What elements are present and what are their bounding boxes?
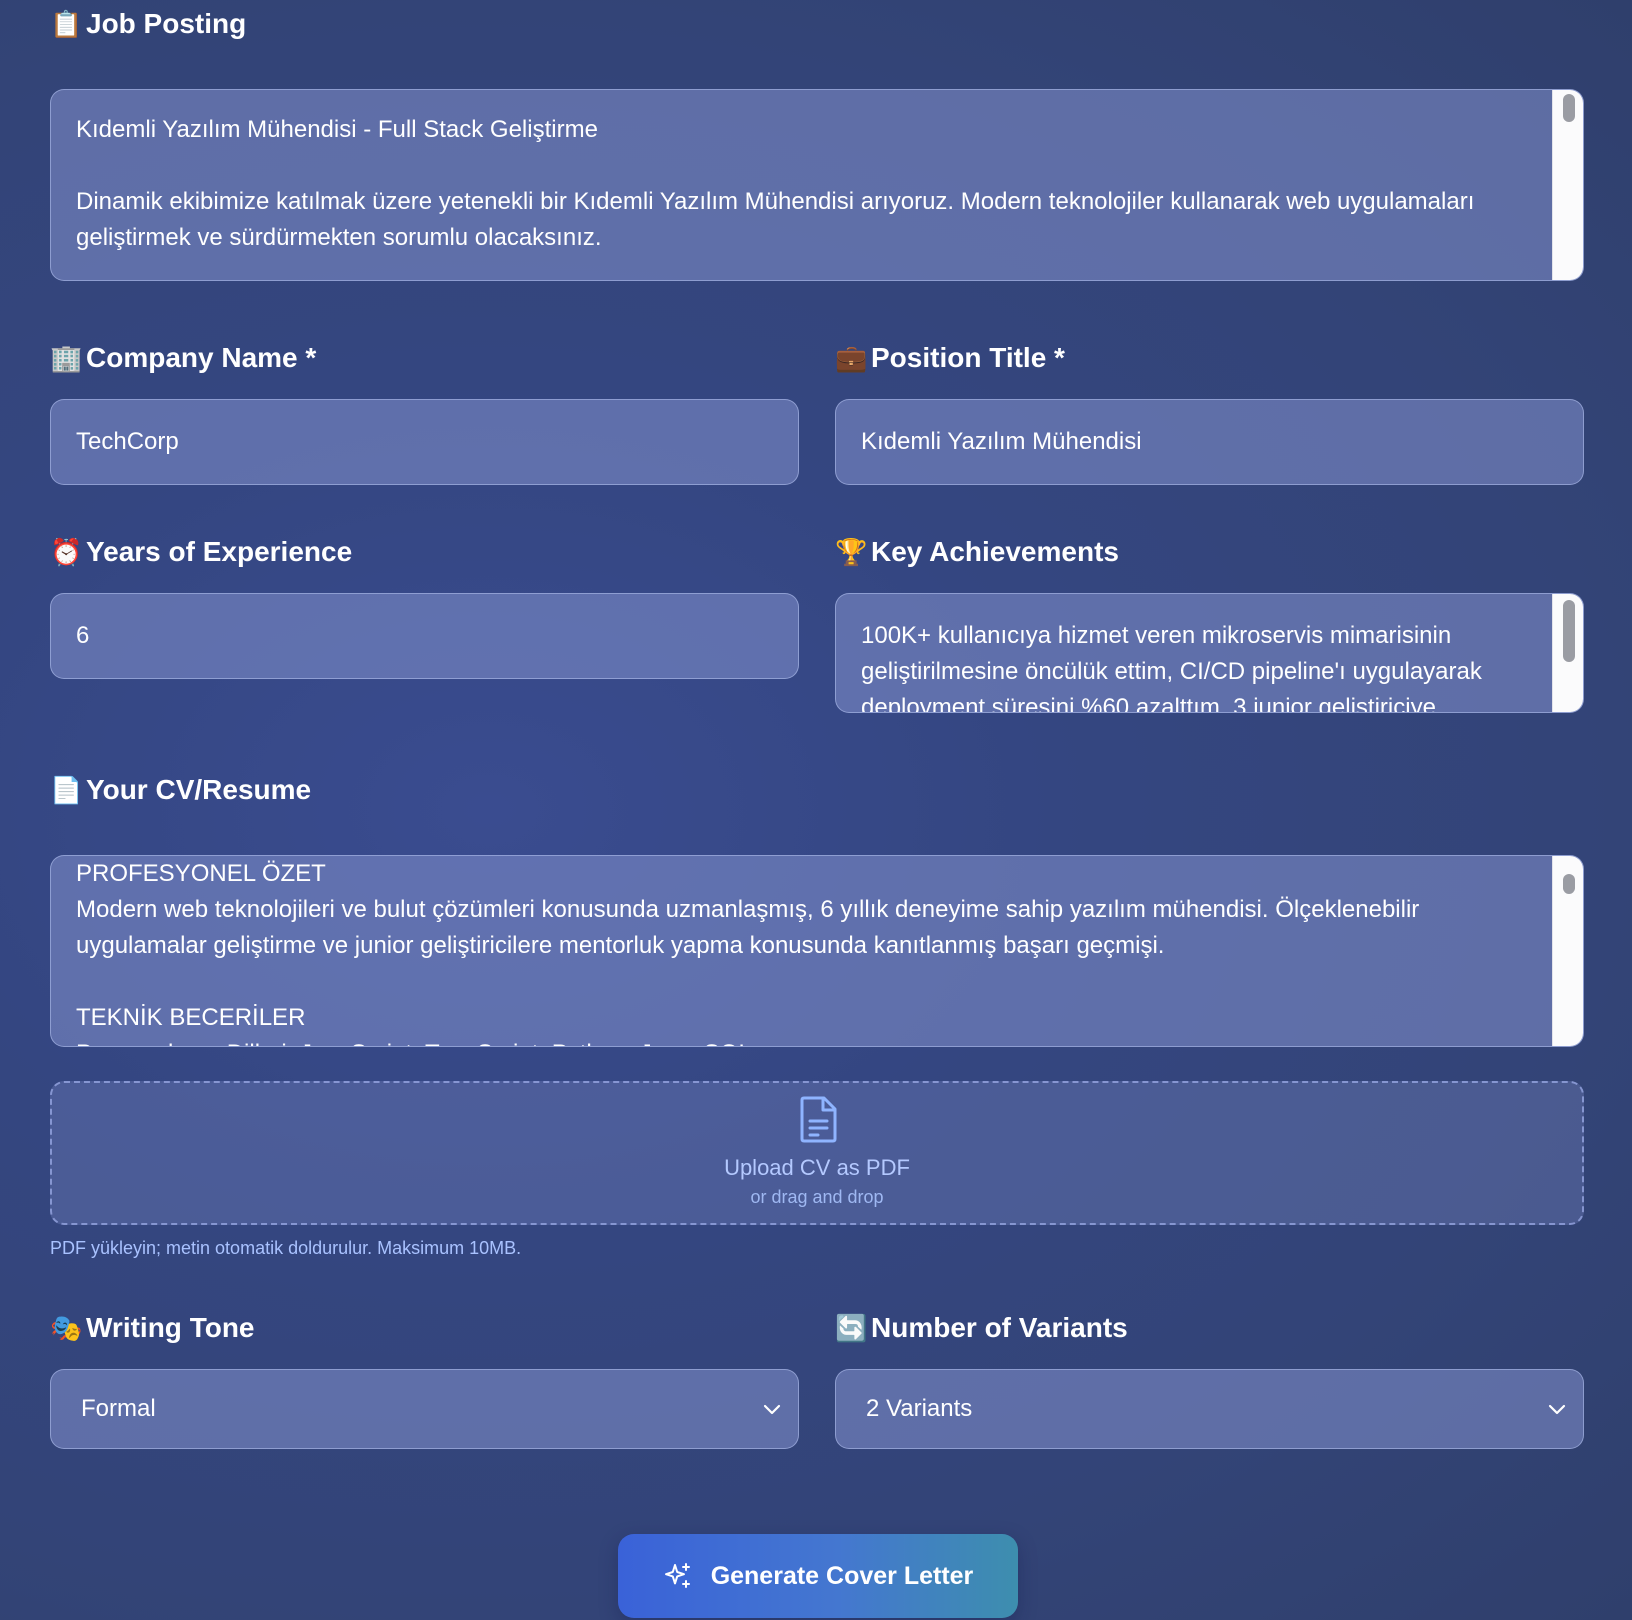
page-icon: 📄 (50, 774, 83, 805)
years-experience-input[interactable]: 6 (50, 593, 799, 679)
document-icon (800, 1096, 837, 1143)
sparkles-icon (664, 1563, 690, 1588)
key-achievements-scroll-thumb[interactable] (1563, 600, 1575, 662)
key-achievements-label-text: Key Achievements (871, 536, 1119, 567)
number-of-variants-value: 2 Variants (866, 1395, 973, 1422)
cv-upload-dropzone[interactable]: Upload CV as PDF or drag and drop (50, 1081, 1584, 1225)
cv-label: 📄 Your CV/Resume (50, 774, 311, 806)
repeat-icon: 🔄 (835, 1312, 868, 1343)
position-title-label-text: Position Title * (871, 342, 1065, 373)
generate-cover-letter-button[interactable]: Generate Cover Letter (618, 1534, 1018, 1618)
years-experience-value: 6 (76, 622, 90, 649)
years-experience-label: ⏰ Years of Experience (50, 536, 352, 568)
alarm-clock-icon: ⏰ (50, 536, 83, 567)
trophy-icon: 🏆 (835, 536, 868, 567)
company-name-value: TechCorp (76, 428, 179, 455)
office-building-icon: 🏢 (50, 342, 83, 373)
job-posting-label-text: Job Posting (86, 8, 247, 39)
number-of-variants-label: 🔄 Number of Variants (835, 1312, 1128, 1344)
number-of-variants-select[interactable]: 2 Variants (835, 1369, 1584, 1449)
job-posting-text: Kıdemli Yazılım Mühendisi - Full Stack G… (76, 116, 1475, 251)
key-achievements-scrollbar[interactable] (1552, 594, 1583, 712)
key-achievements-textarea[interactable]: 100K+ kullanıcıya hizmet veren mikroserv… (835, 593, 1584, 713)
cv-label-text: Your CV/Resume (86, 774, 312, 805)
clipboard-icon: 📋 (50, 8, 83, 39)
upload-hint: PDF yükleyin; metin otomatik doldurulur.… (50, 1238, 522, 1258)
job-posting-label: 📋 Job Posting (50, 8, 246, 40)
generate-button-label: Generate Cover Letter (710, 1561, 974, 1590)
writing-tone-label: 🎭 Writing Tone (50, 1312, 255, 1344)
cv-textarea[interactable]: PROFESYONEL ÖZET Modern web teknolojiler… (50, 855, 1584, 1047)
briefcase-icon: 💼 (835, 342, 868, 373)
job-posting-scroll-thumb[interactable] (1563, 94, 1575, 122)
writing-tone-label-text: Writing Tone (86, 1312, 255, 1343)
job-posting-scrollbar[interactable] (1552, 90, 1583, 280)
company-name-label: 🏢 Company Name * (50, 342, 316, 374)
chevron-down-icon (763, 1404, 781, 1415)
position-title-value: Kıdemli Yazılım Mühendisi (861, 428, 1142, 455)
writing-tone-value: Formal (81, 1395, 156, 1422)
company-name-input[interactable]: TechCorp (50, 399, 799, 485)
chevron-down-icon (1548, 1404, 1566, 1415)
job-posting-textarea[interactable]: Kıdemli Yazılım Mühendisi - Full Stack G… (50, 89, 1584, 281)
performing-arts-icon: 🎭 (50, 1312, 83, 1343)
upload-title: Upload CV as PDF (724, 1155, 910, 1180)
writing-tone-select[interactable]: Formal (50, 1369, 799, 1449)
upload-subtitle: or drag and drop (750, 1187, 884, 1207)
key-achievements-text: 100K+ kullanıcıya hizmet veren mikroserv… (861, 622, 1489, 713)
cv-text: PROFESYONEL ÖZET Modern web teknolojiler… (76, 860, 1420, 1046)
number-of-variants-label-text: Number of Variants (871, 1312, 1128, 1343)
position-title-label: 💼 Position Title * (835, 342, 1065, 374)
years-experience-label-text: Years of Experience (86, 536, 353, 567)
company-name-label-text: Company Name * (86, 342, 317, 373)
position-title-input[interactable]: Kıdemli Yazılım Mühendisi (835, 399, 1584, 485)
cv-scroll-thumb[interactable] (1563, 874, 1575, 894)
cv-scrollbar[interactable] (1552, 856, 1583, 1046)
key-achievements-label: 🏆 Key Achievements (835, 536, 1119, 568)
